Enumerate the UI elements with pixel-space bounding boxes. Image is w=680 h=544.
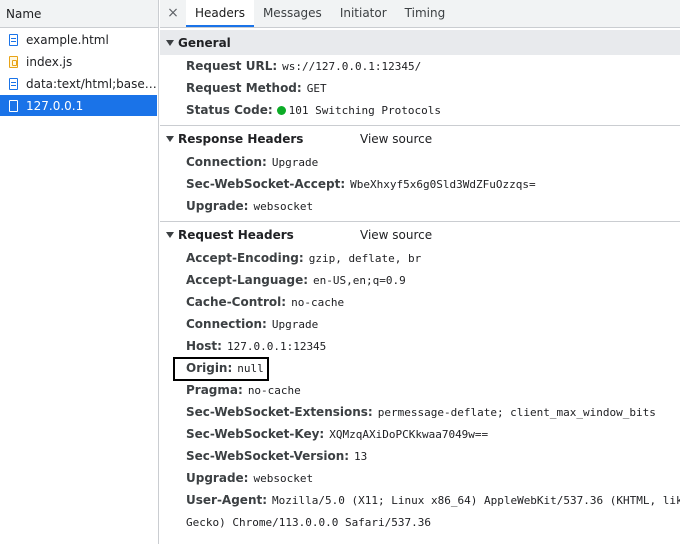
document-icon xyxy=(9,77,18,90)
header-value: gzip, deflate, br xyxy=(308,251,422,265)
header-row: Request Method: GET xyxy=(160,77,680,99)
header-value: 101 Switching Protocols xyxy=(288,103,441,117)
tab-messages[interactable]: Messages xyxy=(254,0,331,27)
header-row: Upgrade: websocket xyxy=(160,195,680,217)
expand-triangle-icon xyxy=(166,231,174,238)
header-value: no-cache xyxy=(247,383,301,397)
header-row: Accept-Encoding: gzip, deflate, br xyxy=(160,247,680,269)
header-name: Upgrade: xyxy=(186,199,249,213)
view-source-link[interactable]: View source xyxy=(360,228,432,242)
tab-headers[interactable]: Headers xyxy=(186,0,254,27)
expand-triangle-icon xyxy=(166,135,174,142)
header-value: Gecko) Chrome/113.0.0.0 Safari/537.36 xyxy=(186,515,432,529)
status-ok-icon xyxy=(276,105,286,115)
request-item-websocket[interactable]: 127.0.0.1 xyxy=(0,95,157,116)
header-name: Accept-Language: xyxy=(186,273,309,287)
header-value: WbeXhxyf5x6g0Sld3WdZFuOzzqs= xyxy=(350,177,536,191)
header-row: User-Agent: Mozilla/5.0 (X11; Linux x86_… xyxy=(160,489,680,511)
request-item-data-url[interactable]: data:text/html;base… xyxy=(0,73,158,94)
request-details-pane: × Headers Messages Initiator Timing Gene… xyxy=(160,0,680,544)
close-icon[interactable]: × xyxy=(160,0,186,27)
header-name: Host: xyxy=(186,339,222,353)
header-value: 127.0.0.1:12345 xyxy=(226,339,327,353)
header-name: Sec-WebSocket-Version: xyxy=(186,449,350,463)
header-value: websocket xyxy=(253,199,314,213)
header-value: permessage-deflate; client_max_window_bi… xyxy=(377,405,656,419)
header-value: GET xyxy=(306,81,327,95)
header-value: websocket xyxy=(253,471,314,485)
header-name: Accept-Encoding: xyxy=(186,251,304,265)
header-row: Sec-WebSocket-Version: 13 xyxy=(160,445,680,467)
request-item-label: 127.0.0.1 xyxy=(26,98,84,113)
header-row: Sec-WebSocket-Extensions: permessage-def… xyxy=(160,401,680,423)
header-row: Upgrade: websocket xyxy=(160,467,680,489)
header-name: Request URL: xyxy=(186,59,278,73)
section-title: General xyxy=(178,35,231,50)
request-headers-body: Accept-Encoding: gzip, deflate, br Accep… xyxy=(160,247,680,537)
header-row-origin: Origin: null xyxy=(160,357,680,381)
name-column-header[interactable]: Name xyxy=(0,0,158,28)
header-name: Cache-Control: xyxy=(186,295,287,309)
header-name: User-Agent: xyxy=(186,493,268,507)
general-section-header[interactable]: General xyxy=(160,30,680,55)
response-headers-body: Connection: Upgrade Sec-WebSocket-Accept… xyxy=(160,151,680,221)
document-icon xyxy=(9,33,18,46)
header-name: Status Code: xyxy=(186,103,273,117)
tab-initiator[interactable]: Initiator xyxy=(331,0,396,27)
tab-timing[interactable]: Timing xyxy=(396,0,455,27)
header-row: Request URL: ws://127.0.0.1:12345/ xyxy=(160,55,680,77)
header-name: Upgrade: xyxy=(186,471,249,485)
view-source-link[interactable]: View source xyxy=(360,132,432,146)
section-title: Response Headers xyxy=(178,131,304,146)
header-row: Connection: Upgrade xyxy=(160,151,680,173)
header-value: XQMzqAXiDoPCKkwaa7049w== xyxy=(329,427,489,441)
header-name: Connection: xyxy=(186,155,267,169)
request-item-label: index.js xyxy=(26,54,73,69)
request-list-pane: Name example.html index.js data:text/htm… xyxy=(0,0,159,544)
header-name: Pragma: xyxy=(186,383,243,397)
details-tabbar: × Headers Messages Initiator Timing xyxy=(160,0,680,28)
header-row-continuation: Gecko) Chrome/113.0.0.0 Safari/537.36 xyxy=(160,511,680,533)
header-row: Pragma: no-cache xyxy=(160,379,680,401)
header-name: Request Method: xyxy=(186,81,302,95)
general-section-body: Request URL: ws://127.0.0.1:12345/ Reque… xyxy=(160,55,680,125)
expand-triangle-icon xyxy=(166,39,174,46)
section-title: Request Headers xyxy=(178,227,294,242)
request-item-label: data:text/html;base… xyxy=(26,76,157,91)
header-name: Sec-WebSocket-Key: xyxy=(186,427,325,441)
response-headers-section-header[interactable]: Response Headers View source xyxy=(160,125,680,151)
header-name: Connection: xyxy=(186,317,267,331)
header-value: ws://127.0.0.1:12345/ xyxy=(282,59,422,73)
highlight-box xyxy=(173,357,269,381)
header-row: Sec-WebSocket-Accept: WbeXhxyf5x6g0Sld3W… xyxy=(160,173,680,195)
header-value: Upgrade xyxy=(271,317,319,331)
request-item-index-js[interactable]: index.js xyxy=(0,51,158,72)
header-row: Status Code: 101 Switching Protocols xyxy=(160,99,680,121)
request-item-label: example.html xyxy=(26,32,109,47)
header-row: Accept-Language: en-US,en;q=0.9 xyxy=(160,269,680,291)
header-name: Sec-WebSocket-Accept: xyxy=(186,177,346,191)
header-value: no-cache xyxy=(291,295,345,309)
header-row: Host: 127.0.0.1:12345 xyxy=(160,335,680,357)
request-item-example-html[interactable]: example.html xyxy=(0,29,158,50)
header-name: Sec-WebSocket-Extensions: xyxy=(186,405,373,419)
header-value: Mozilla/5.0 (X11; Linux x86_64) AppleWeb… xyxy=(272,493,680,507)
request-headers-section-header[interactable]: Request Headers View source xyxy=(160,221,680,247)
header-row: Cache-Control: no-cache xyxy=(160,291,680,313)
header-value: en-US,en;q=0.9 xyxy=(313,273,406,287)
header-row: Sec-WebSocket-Key: XQMzqAXiDoPCKkwaa7049… xyxy=(160,423,680,445)
header-value: Upgrade xyxy=(271,155,319,169)
header-row: Connection: Upgrade xyxy=(160,313,680,335)
header-value: 13 xyxy=(354,449,368,463)
script-icon xyxy=(9,55,18,68)
websocket-icon xyxy=(9,99,18,112)
